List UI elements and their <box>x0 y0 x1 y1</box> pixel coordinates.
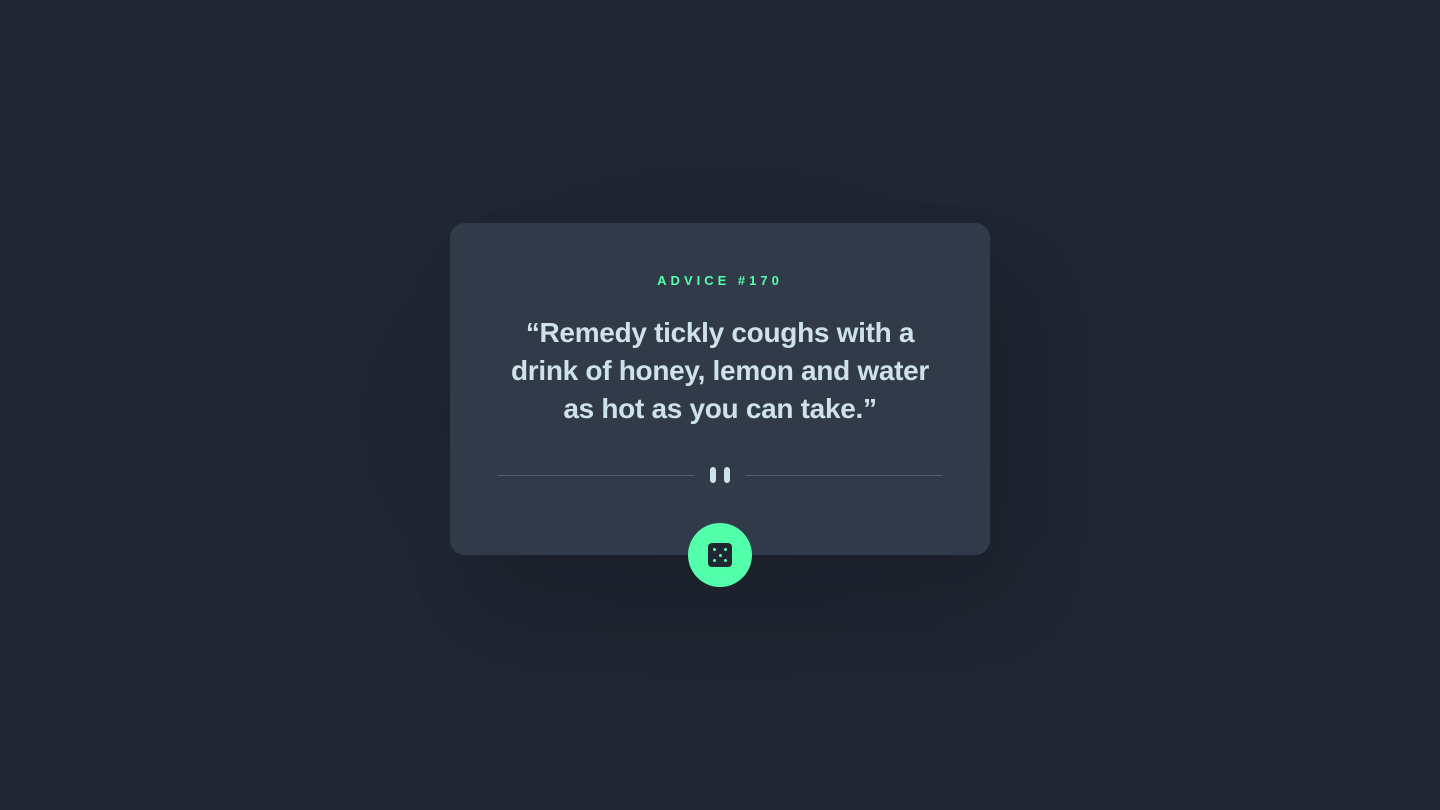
divider <box>498 466 942 484</box>
page-background: ADVICE #170 “Remedy tickly coughs with a… <box>0 0 1440 810</box>
dice-pip <box>713 559 716 562</box>
dice-pip <box>724 559 727 562</box>
dice-pip <box>718 553 722 557</box>
pause-bar-left <box>710 467 716 483</box>
advice-id-label: ADVICE #170 <box>657 273 783 288</box>
pause-icon <box>710 467 730 483</box>
divider-line-right <box>746 475 942 476</box>
dice-pip <box>724 548 727 551</box>
dice-icon <box>708 543 732 567</box>
pause-bar-right <box>724 467 730 483</box>
advice-quote: “Remedy tickly coughs with a drink of ho… <box>510 317 929 424</box>
dice-pip <box>713 548 716 551</box>
divider-line-left <box>498 475 694 476</box>
generate-advice-button[interactable] <box>688 523 752 587</box>
advice-card: ADVICE #170 “Remedy tickly coughs with a… <box>450 223 990 587</box>
